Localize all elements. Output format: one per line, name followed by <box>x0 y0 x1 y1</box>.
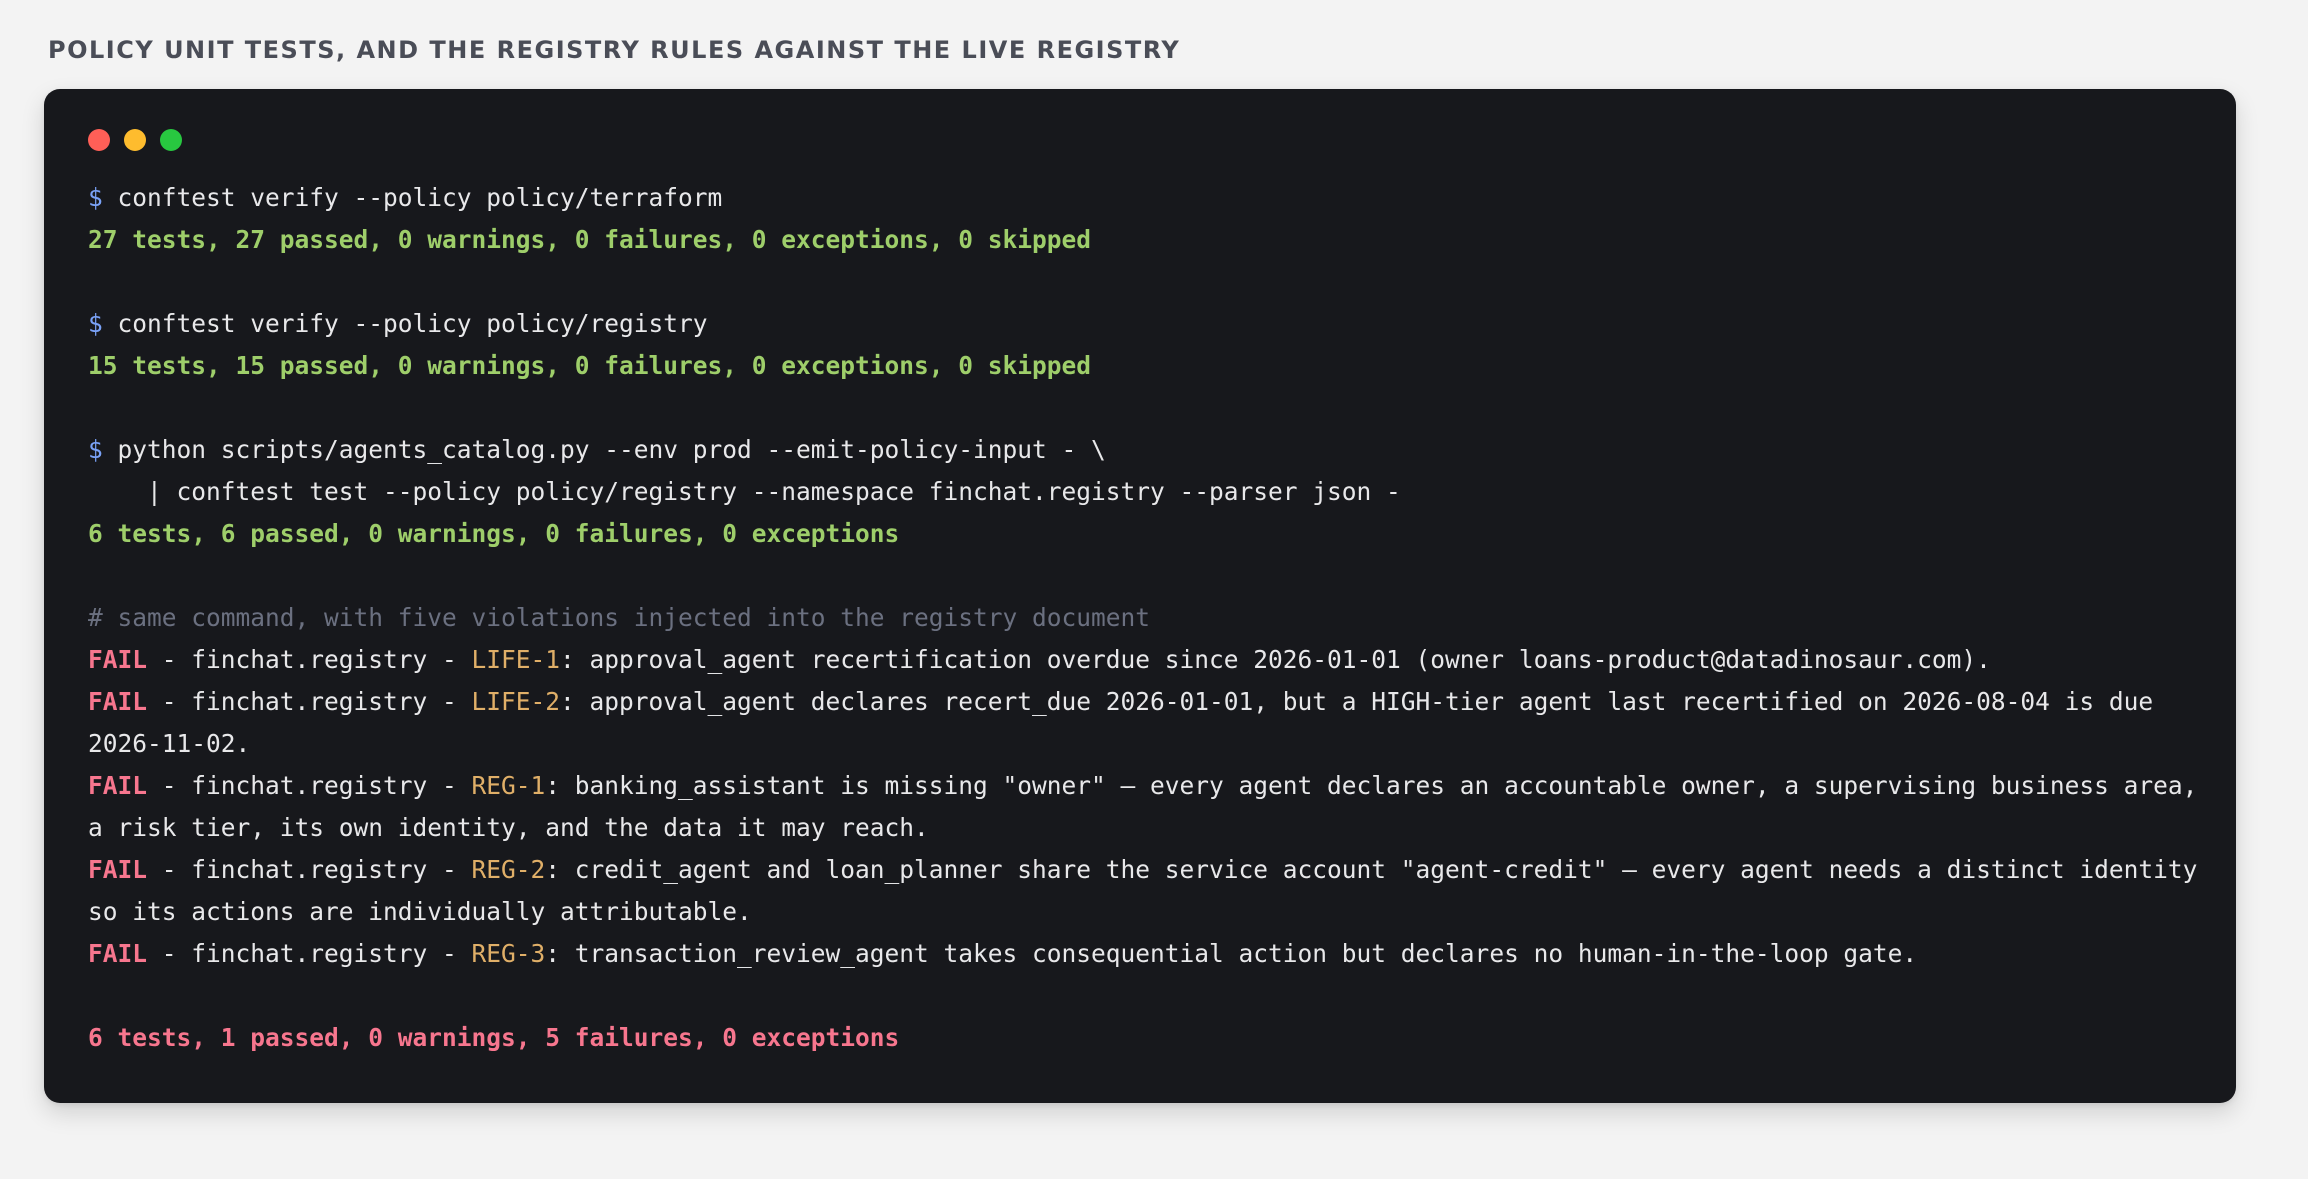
maximize-dot-icon <box>160 129 182 151</box>
command-line: $ conftest verify --policy policy/regist… <box>88 303 2208 345</box>
command-line: $ conftest verify --policy policy/terraf… <box>88 177 2208 219</box>
command-text: python scripts/agents_catalog.py --env p… <box>117 435 1106 464</box>
fail-tag: FAIL <box>88 855 148 884</box>
prompt-symbol: $ <box>88 183 103 212</box>
window-controls <box>88 129 2192 151</box>
rule-id: REG-1 <box>471 771 546 800</box>
terminal-output: $ conftest verify --policy policy/terraf… <box>88 177 2208 1059</box>
fail-tag: FAIL <box>88 645 148 674</box>
rule-id: LIFE-1 <box>471 645 561 674</box>
fail-namespace: - finchat.registry - <box>147 687 472 716</box>
fail-tag: FAIL <box>88 687 148 716</box>
fail-line: FAIL - finchat.registry - REG-2: credit_… <box>88 849 2208 933</box>
final-result-line: 6 tests, 1 passed, 0 warnings, 5 failure… <box>88 1023 900 1052</box>
fail-namespace: - finchat.registry - <box>147 939 472 968</box>
fail-line: FAIL - finchat.registry - REG-3: transac… <box>88 933 2208 975</box>
prompt-symbol: $ <box>88 309 103 338</box>
fail-namespace: - finchat.registry - <box>147 855 472 884</box>
fail-namespace: - finchat.registry - <box>147 771 472 800</box>
rule-id: REG-3 <box>471 939 546 968</box>
command-text: conftest verify --policy policy/terrafor… <box>117 183 723 212</box>
command-continuation-line: | conftest test --policy policy/registry… <box>88 477 1401 506</box>
command-text: conftest verify --policy policy/registry <box>117 309 708 338</box>
fail-namespace: - finchat.registry - <box>147 645 472 674</box>
fail-line: FAIL - finchat.registry - REG-1: banking… <box>88 765 2208 849</box>
close-dot-icon <box>88 129 110 151</box>
comment-line: # same command, with five violations inj… <box>88 603 1151 632</box>
fail-message: : transaction_review_agent takes consequ… <box>545 939 1918 968</box>
result-line: 27 tests, 27 passed, 0 warnings, 0 failu… <box>88 225 1092 254</box>
fail-tag: FAIL <box>88 771 148 800</box>
result-line: 6 tests, 6 passed, 0 warnings, 0 failure… <box>88 519 900 548</box>
minimize-dot-icon <box>124 129 146 151</box>
section-caption: POLICY UNIT TESTS, AND THE REGISTRY RULE… <box>48 36 1181 64</box>
fail-tag: FAIL <box>88 939 148 968</box>
result-line: 15 tests, 15 passed, 0 warnings, 0 failu… <box>88 351 1092 380</box>
command-line: $ python scripts/agents_catalog.py --env… <box>88 429 2208 471</box>
rule-id: LIFE-2 <box>471 687 561 716</box>
rule-id: REG-2 <box>471 855 546 884</box>
fail-line: FAIL - finchat.registry - LIFE-1: approv… <box>88 639 2208 681</box>
fail-line: FAIL - finchat.registry - LIFE-2: approv… <box>88 681 2208 765</box>
prompt-symbol: $ <box>88 435 103 464</box>
fail-message: : approval_agent recertification overdue… <box>560 645 1991 674</box>
terminal-window: $ conftest verify --policy policy/terraf… <box>44 89 2236 1103</box>
